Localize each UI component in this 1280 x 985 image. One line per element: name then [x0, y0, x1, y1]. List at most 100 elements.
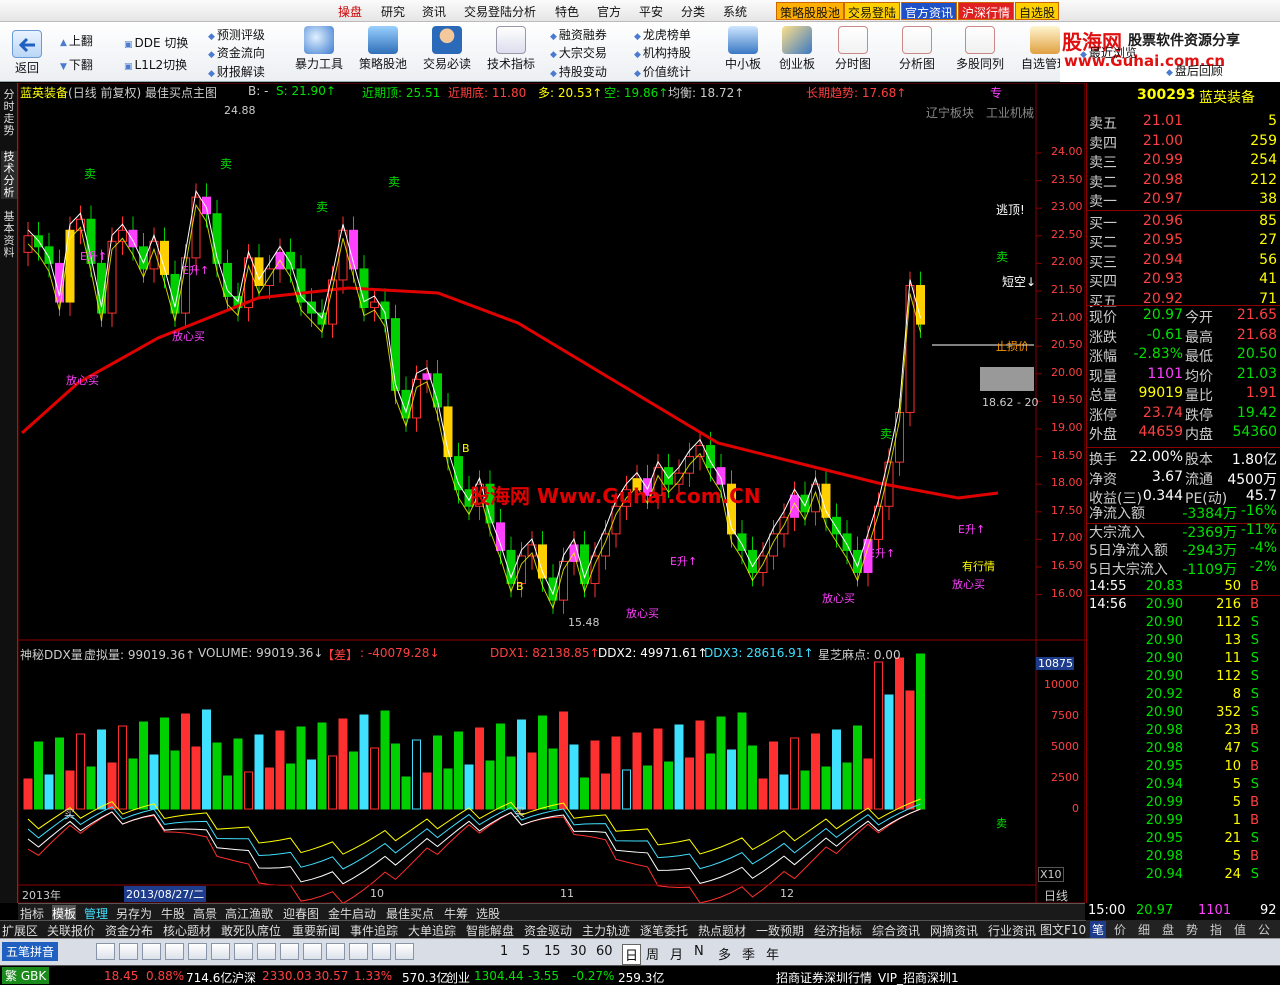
quote-tab[interactable]: 势 — [1186, 921, 1198, 938]
sector-region[interactable]: 辽宁板块 — [926, 104, 974, 121]
menu-item-news[interactable]: 资讯 — [422, 3, 446, 20]
ask-row[interactable]: 卖五 21.01 5 — [1087, 113, 1280, 132]
extension-tab[interactable]: 大单追踪 — [408, 922, 456, 939]
formula-icon[interactable] — [303, 943, 322, 960]
ime-indicator[interactable]: 五笔拼音 — [2, 942, 59, 961]
extension-tab[interactable]: 经济指标 — [814, 922, 862, 939]
extension-tab[interactable]: 行业资讯 — [988, 922, 1036, 939]
bid-row[interactable]: 买二 20.95 27 — [1087, 232, 1280, 251]
ruler-icon[interactable] — [119, 943, 138, 960]
quote-tab[interactable]: 值 — [1234, 921, 1246, 938]
x10-button[interactable]: X10 — [1038, 867, 1064, 882]
tab-fundamental[interactable]: 基本资料 — [1, 211, 17, 259]
institution-button[interactable]: ◆ 机构持股 — [634, 44, 691, 61]
capital-flow-button[interactable]: ◆ 资金流向 — [208, 44, 265, 61]
ask-row[interactable]: 卖一 20.97 38 — [1087, 191, 1280, 210]
tech-indicator-button[interactable]: 技术指标 — [484, 24, 538, 72]
settings-icon[interactable] — [326, 943, 345, 960]
period-button[interactable]: 15 — [544, 944, 561, 959]
ask-row[interactable]: 卖二 20.98 212 — [1087, 172, 1280, 191]
multi-stock-button[interactable]: 多股同列 — [950, 24, 1010, 72]
period-button[interactable]: 60 — [596, 944, 613, 959]
extension-tab[interactable]: 扩展区 — [2, 922, 38, 939]
trade-must-read-button[interactable]: 交易必读 — [420, 24, 474, 72]
extension-tab[interactable]: 综合资讯 — [872, 922, 920, 939]
menu-trade-login[interactable]: 交易登陆 — [844, 2, 901, 20]
ask-row[interactable]: 卖三 20.99 254 — [1087, 152, 1280, 171]
bid-row[interactable]: 买四 20.93 41 — [1087, 271, 1280, 290]
bid-row[interactable]: 买一 20.96 85 — [1087, 213, 1280, 232]
extension-tab[interactable]: 重要新闻 — [292, 922, 340, 939]
menu-item-caopan[interactable]: 操盘 — [338, 3, 362, 20]
period-button[interactable]: 多 — [718, 944, 731, 963]
period-button[interactable]: 月 — [670, 944, 683, 963]
power-tools-button[interactable]: 暴力工具 — [292, 24, 346, 72]
menu-item-category[interactable]: 分类 — [681, 3, 705, 20]
l1l2-switch-button[interactable]: ▣ L1L2切换 — [124, 56, 187, 73]
dragon-list-button[interactable]: ◆ 龙虎榜单 — [634, 26, 691, 43]
export-icon[interactable] — [372, 943, 391, 960]
page-down-button[interactable]: ▼ 下翻 — [60, 56, 93, 73]
f10-button[interactable]: 图文F10 — [1040, 921, 1086, 938]
extension-tab[interactable]: 资金分布 — [105, 922, 153, 939]
menu-item-official[interactable]: 官方 — [597, 3, 621, 20]
back-button[interactable]: 返回 — [8, 28, 46, 76]
report-button[interactable]: ◆ 财报解读 — [208, 63, 265, 80]
period-button[interactable]: 周 — [646, 944, 659, 963]
after-close-review-button[interactable]: ◆ 盘后回顾 — [1166, 62, 1223, 79]
grid-icon[interactable] — [165, 943, 184, 960]
period-button[interactable]: 季 — [742, 944, 755, 963]
extension-tab[interactable]: 主力轨迹 — [582, 922, 630, 939]
analysis-chart-button[interactable]: 分析图 — [890, 24, 944, 72]
menu-strategy-pool[interactable]: 策略股股池 — [776, 2, 845, 20]
rating-button[interactable]: ◆ 预测评级 — [208, 26, 265, 43]
menu-official-news[interactable]: 官方资讯 — [901, 2, 958, 20]
page-up-button[interactable]: ▲ 上翻 — [60, 32, 93, 49]
period-button[interactable]: 日 — [622, 944, 642, 965]
menu-watchlist[interactable]: 自选股 — [1015, 2, 1060, 20]
period-button[interactable]: 年 — [766, 944, 779, 963]
holding-change-button[interactable]: ◆ 持股变动 — [550, 63, 607, 80]
period-button[interactable]: 1 — [500, 944, 508, 959]
intraday-button[interactable]: 分时图 — [826, 24, 880, 72]
strategy-pool-button[interactable]: 策略股池 — [356, 24, 410, 72]
extension-tab[interactable]: 网摘资讯 — [930, 922, 978, 939]
extension-tab[interactable]: 事件追踪 — [350, 922, 398, 939]
margin-button[interactable]: ◆ 融资融券 — [550, 26, 607, 43]
quote-tab[interactable]: 盘 — [1162, 921, 1174, 938]
extension-tab[interactable]: 逐笔委托 — [640, 922, 688, 939]
tab-intraday[interactable]: 分时走势 — [1, 89, 17, 137]
pin-icon[interactable] — [349, 943, 368, 960]
period-button[interactable]: N — [694, 944, 704, 959]
menu-item-research[interactable]: 研究 — [381, 3, 405, 20]
quote-tab[interactable]: 指 — [1210, 921, 1222, 938]
draw-icon[interactable] — [234, 943, 253, 960]
rsi-icon[interactable] — [280, 943, 299, 960]
value-stat-button[interactable]: ◆ 价值统计 — [634, 63, 691, 80]
tab-technical[interactable]: 技术分析 — [1, 151, 17, 199]
quote-tab[interactable]: 细 — [1138, 921, 1150, 938]
extension-tab[interactable]: 一致预期 — [756, 922, 804, 939]
extension-tab[interactable]: 敢死队席位 — [221, 922, 281, 939]
recent-browse-button[interactable]: ◆ 最近浏览 — [1080, 44, 1137, 61]
sector-industry[interactable]: 工业机械 — [986, 104, 1034, 121]
bid-row[interactable]: 买三 20.94 56 — [1087, 252, 1280, 271]
quote-tab[interactable]: 笔 — [1090, 921, 1107, 938]
ask-row[interactable]: 卖四 21.00 259 — [1087, 133, 1280, 152]
block-trade-button[interactable]: ◆ 大宗交易 — [550, 44, 607, 61]
dde-switch-button[interactable]: ▣ DDE 切换 — [124, 34, 188, 51]
menu-item-feature[interactable]: 特色 — [555, 3, 579, 20]
sme-board-button[interactable]: 中小板 — [718, 24, 768, 72]
extension-tab[interactable]: 核心题材 — [163, 922, 211, 939]
menu-market[interactable]: 沪深行情 — [958, 2, 1015, 20]
gem-board-button[interactable]: 创业板 — [772, 24, 822, 72]
quote-tab[interactable]: 价 — [1114, 921, 1126, 938]
extension-tab[interactable]: 关联报价 — [47, 922, 95, 939]
extension-tab[interactable]: 热点题材 — [698, 922, 746, 939]
text-icon[interactable] — [257, 943, 276, 960]
ime-mode[interactable]: 繁 GBK — [2, 967, 50, 984]
quote-tab[interactable]: 公 — [1258, 921, 1270, 938]
extension-tab[interactable]: 智能解盘 — [466, 922, 514, 939]
pro-badge[interactable]: 专 — [990, 84, 1002, 101]
zoom-in-icon[interactable] — [188, 943, 207, 960]
